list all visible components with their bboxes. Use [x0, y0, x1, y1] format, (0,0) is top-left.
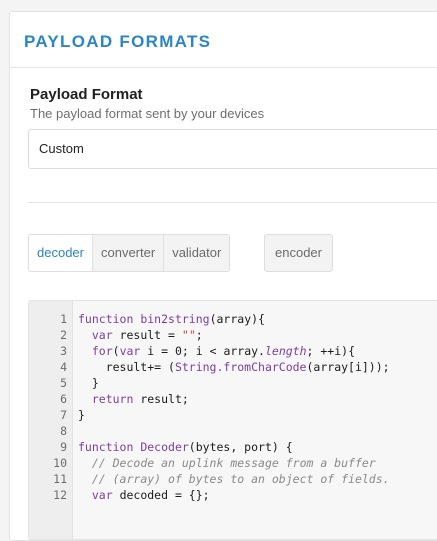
line-number: 6: [60, 392, 67, 406]
line-number: 9: [60, 440, 67, 454]
panel-header: PAYLOAD FORMATS: [10, 12, 437, 68]
line-number: 8: [60, 424, 67, 438]
payload-format-description: The payload format sent by your devices: [30, 106, 265, 121]
payload-format-label: Payload Format: [30, 86, 143, 103]
code-line[interactable]: 10 // Decode an uplink message from a bu…: [29, 455, 437, 471]
line-source[interactable]: function Decoder(bytes, port) {: [78, 439, 293, 455]
code-lines[interactable]: 1 function bin2string(array){2 var result…: [29, 311, 437, 503]
code-line[interactable]: 5 }: [29, 375, 437, 391]
line-source[interactable]: var decoded = {};: [78, 487, 210, 503]
line-source[interactable]: return result;: [78, 391, 189, 407]
code-line[interactable]: 9 function Decoder(bytes, port) {: [29, 439, 437, 455]
line-source[interactable]: }: [78, 407, 85, 423]
code-line[interactable]: 2 var result = "";: [29, 327, 437, 343]
line-number: 11: [53, 472, 67, 486]
code-line[interactable]: 1 function bin2string(array){: [29, 311, 437, 327]
line-source[interactable]: result+= (String.fromCharCode(array[i]))…: [78, 359, 390, 375]
panel-title: PAYLOAD FORMATS: [24, 32, 212, 51]
tab-converter[interactable]: converter: [93, 235, 165, 271]
code-line[interactable]: 11 // (array) of bytes to an object of f…: [29, 471, 437, 487]
code-editor[interactable]: 1 function bin2string(array){2 var result…: [28, 300, 437, 540]
tab-decoder[interactable]: decoder: [29, 235, 93, 271]
function-tabs: decoder converter validator: [28, 234, 231, 272]
line-source[interactable]: var result = "";: [78, 327, 203, 343]
code-line[interactable]: 4 result+= (String.fromCharCode(array[i]…: [29, 359, 437, 375]
line-source[interactable]: }: [78, 375, 99, 391]
line-number: 5: [60, 376, 67, 390]
line-number: 3: [60, 344, 67, 358]
line-number: 7: [60, 408, 67, 422]
code-line[interactable]: 12 var decoded = {};: [29, 487, 437, 503]
line-number: 12: [53, 488, 67, 502]
payload-format-select[interactable]: Custom: [28, 129, 437, 169]
line-number: 10: [53, 456, 67, 470]
tab-validator[interactable]: validator: [164, 235, 229, 271]
line-number: 2: [60, 328, 67, 342]
code-line[interactable]: 3 for(var i = 0; i < array.length; ++i){: [29, 343, 437, 359]
line-number: 1: [60, 312, 67, 326]
tab-encoder[interactable]: encoder: [264, 234, 333, 272]
line-source[interactable]: for(var i = 0; i < array.length; ++i){: [78, 343, 355, 359]
line-source[interactable]: // Decode an uplink message from a buffe…: [78, 455, 376, 471]
section-divider: [28, 202, 437, 203]
line-source[interactable]: function bin2string(array){: [78, 311, 265, 327]
line-number: 4: [60, 360, 67, 374]
code-line[interactable]: 6 return result;: [29, 391, 437, 407]
code-line[interactable]: 7}: [29, 407, 437, 423]
line-source[interactable]: // (array) of bytes to an object of fiel…: [78, 471, 390, 487]
code-line[interactable]: 8: [29, 423, 437, 439]
